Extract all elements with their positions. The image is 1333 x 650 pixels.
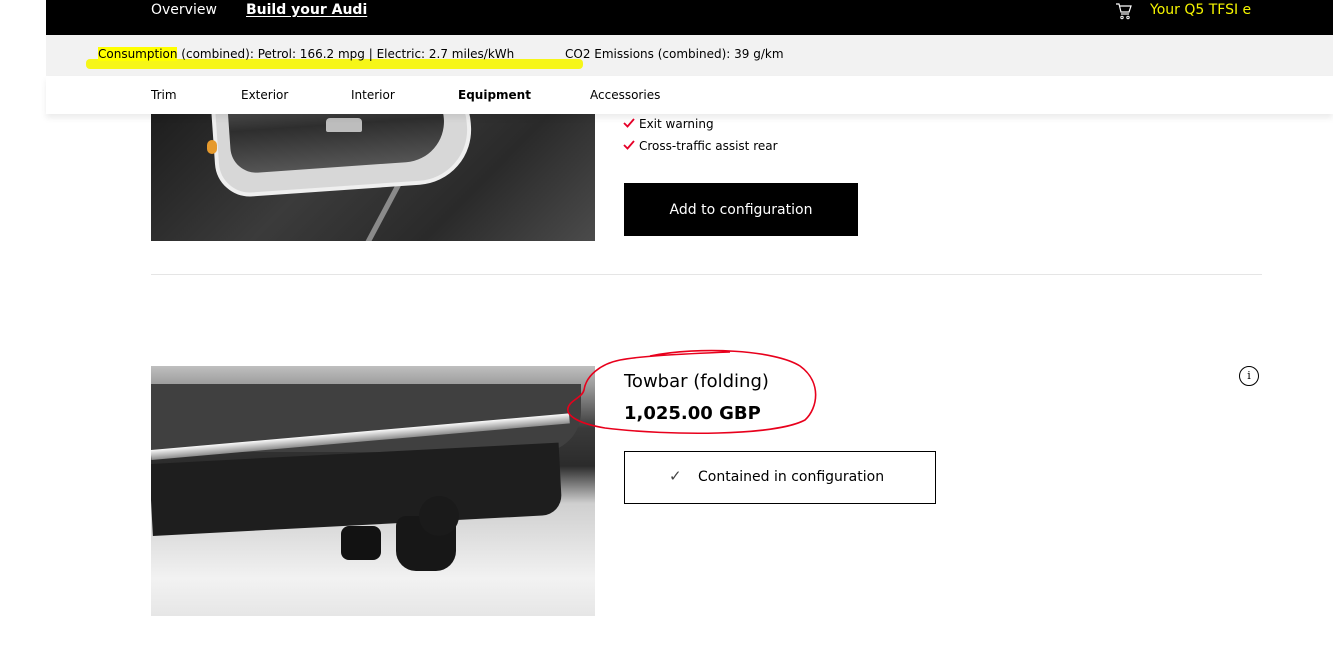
feature-label: Exit warning (639, 117, 714, 131)
consumption-values: (combined): Petrol: 166.2 mpg | Electric… (177, 47, 515, 61)
mirror-warning-light (207, 140, 217, 154)
contained-button-label: Contained in configuration (698, 469, 885, 485)
checkmark-icon: ✓ (669, 467, 682, 485)
towbar-image (151, 366, 595, 616)
nav-build-link[interactable]: Build your Audi (246, 2, 367, 18)
tab-trim[interactable]: Trim (151, 88, 177, 102)
cart-label[interactable]: Your Q5 TFSI e (1150, 2, 1251, 18)
checkmark-icon (623, 140, 635, 150)
tab-accessories[interactable]: Accessories (590, 88, 660, 102)
consumption-text: Consumption (combined): Petrol: 166.2 mp… (98, 47, 514, 61)
exit-warning-image (151, 112, 595, 241)
towbar-ball (419, 496, 459, 536)
towbar-socket (341, 526, 381, 560)
configurator-tabs: Trim Exterior Interior Equipment Accesso… (46, 76, 1333, 114)
tab-interior[interactable]: Interior (351, 88, 395, 102)
tab-equipment[interactable]: Equipment (458, 88, 531, 102)
cart-icon[interactable] (1114, 1, 1134, 21)
consumption-bar: Consumption (combined): Petrol: 166.2 mp… (46, 35, 1333, 76)
add-to-configuration-button[interactable]: Add to configuration (624, 183, 858, 236)
feature-item: Exit warning (623, 117, 778, 139)
consumption-label: Consumption (98, 47, 178, 61)
contained-in-configuration-button[interactable]: ✓ Contained in configuration (624, 451, 936, 504)
feature-item: Cross-traffic assist rear (623, 139, 778, 161)
feature-label: Cross-traffic assist rear (639, 139, 778, 153)
feature-list: Exit warning Cross-traffic assist rear (623, 117, 778, 161)
top-navigation: Overview Build your Audi Your Q5 TFSI e (46, 0, 1333, 35)
bumper-lower (151, 442, 563, 536)
red-annotation-circle (567, 349, 817, 435)
co2-emissions-text: CO2 Emissions (combined): 39 g/km (565, 47, 784, 61)
section-divider (151, 274, 1262, 275)
mirror-reflection-car (326, 118, 362, 132)
checkmark-icon (623, 118, 635, 128)
tab-exterior[interactable]: Exterior (241, 88, 288, 102)
info-icon[interactable]: i (1239, 366, 1259, 386)
nav-overview-link[interactable]: Overview (151, 2, 217, 18)
